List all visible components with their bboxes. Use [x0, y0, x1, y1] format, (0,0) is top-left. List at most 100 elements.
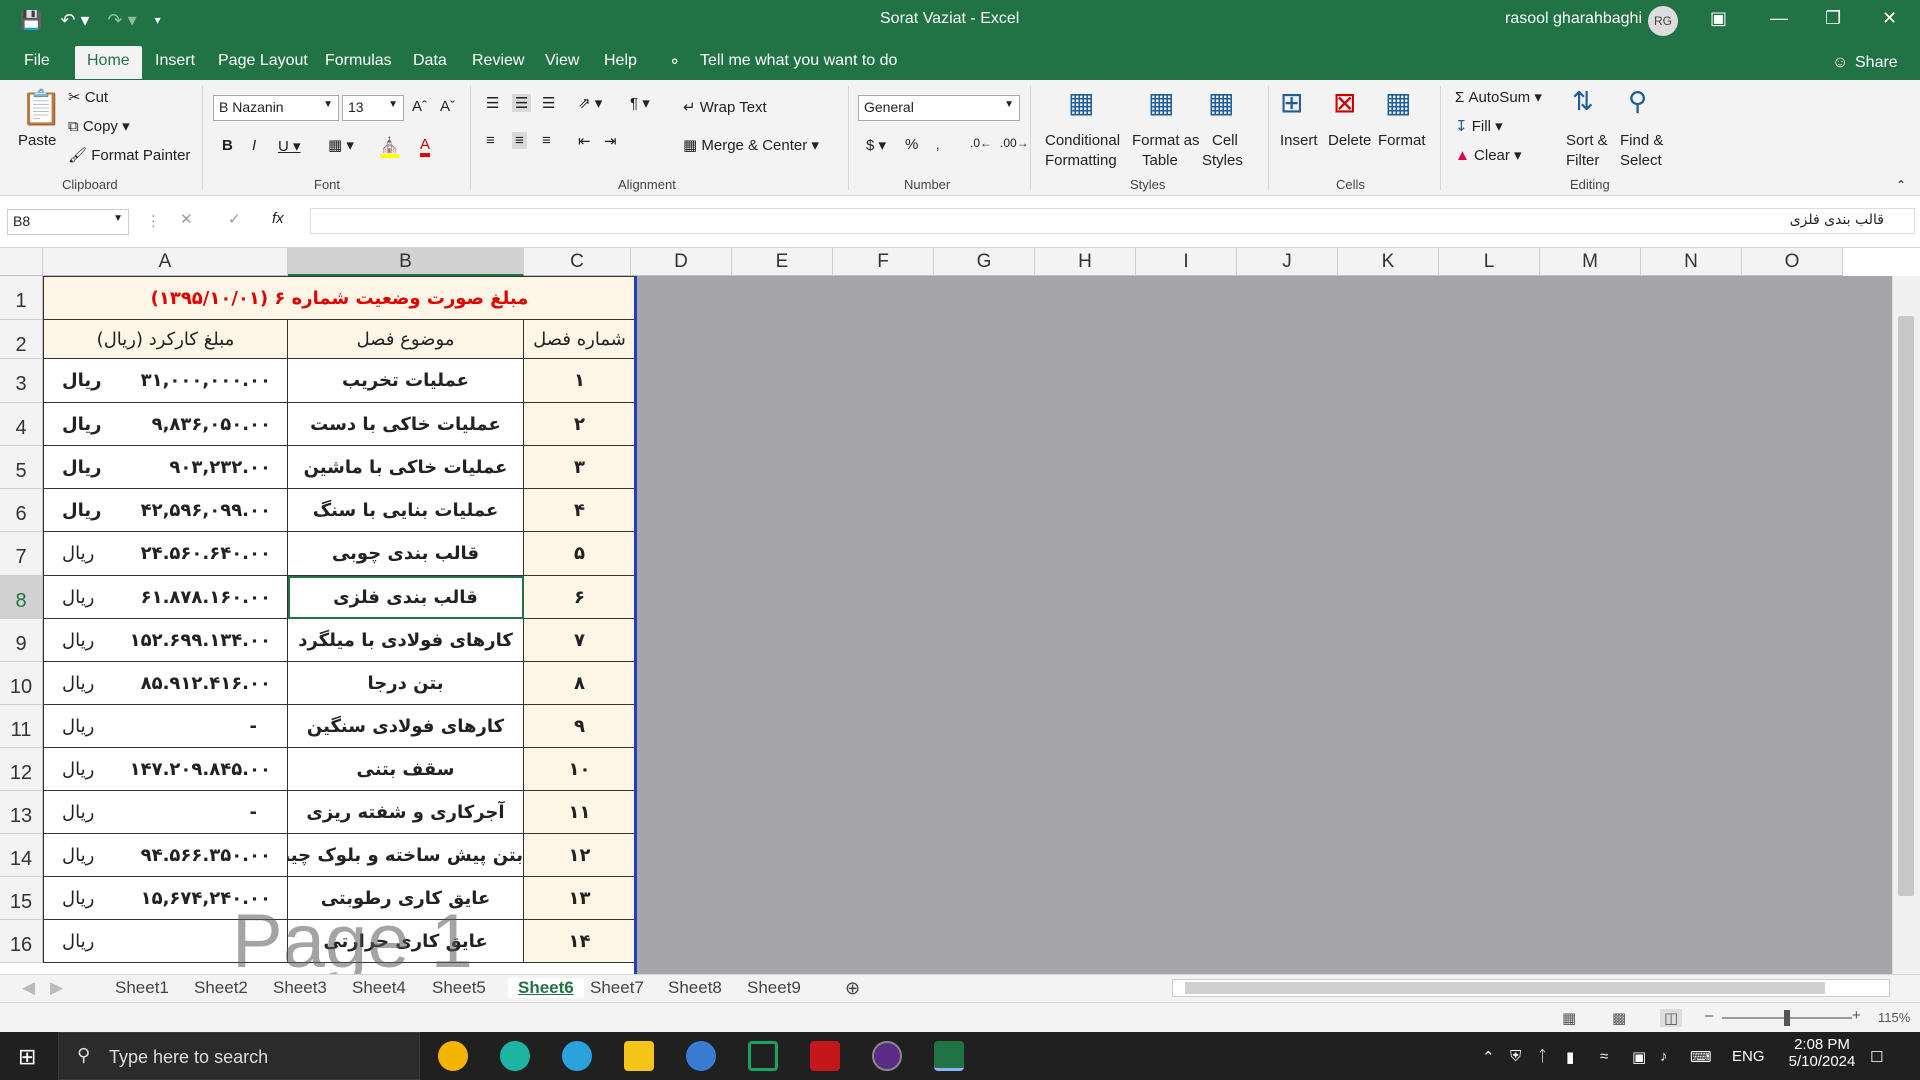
fill-color-icon[interactable]: ⛪ — [380, 136, 399, 158]
sheet-tab-sheet6[interactable]: Sheet6 — [508, 978, 584, 998]
column-header-e[interactable]: E — [732, 248, 833, 276]
find-select-button[interactable]: Find & — [1620, 132, 1663, 149]
format-as-table-button[interactable]: Format as — [1132, 132, 1200, 149]
scroll-left-icon[interactable]: ◀ — [22, 978, 35, 998]
number-format-select[interactable]: General ▼ — [858, 95, 1020, 121]
sort-filter-icon[interactable]: ⇅ — [1572, 86, 1594, 117]
column-header-n[interactable]: N — [1641, 248, 1742, 276]
amount-cell[interactable]: ریال ۲۴.۵۶۰.۶۴۰.۰۰ — [43, 532, 288, 576]
format-as-table-label2[interactable]: Table — [1142, 152, 1178, 169]
underline-button[interactable]: U ▾ — [278, 137, 301, 155]
column-header-o[interactable]: O — [1742, 248, 1843, 276]
subject-cell[interactable]: عملیات تخریب — [288, 359, 524, 403]
row-header-10[interactable]: 10 — [0, 662, 43, 705]
zoom-slider[interactable] — [1722, 1010, 1852, 1026]
cell-styles-label2[interactable]: Styles — [1202, 152, 1243, 169]
enter-icon[interactable]: ✓ — [228, 210, 241, 228]
taskbar-search[interactable]: ⚲ Type here to search — [58, 1032, 420, 1080]
row-header-7[interactable]: 7 — [0, 532, 43, 576]
decrease-font-icon[interactable]: Aˇ — [440, 98, 455, 115]
column-header-h[interactable]: H — [1035, 248, 1136, 276]
chapter-number-cell[interactable]: ۹ — [524, 705, 636, 748]
display-icon[interactable]: ▣ — [1632, 1048, 1646, 1066]
chapter-number-cell[interactable]: ۲ — [524, 403, 636, 446]
subject-cell[interactable]: عملیات بنایی با سنگ — [288, 489, 524, 532]
share-button[interactable]: Share — [1855, 54, 1898, 72]
tab-insert[interactable]: Insert — [155, 52, 195, 70]
amount-cell[interactable]: ریال ۴۲,۵۹۶,۰۹۹.۰۰ — [43, 489, 288, 532]
tab-data[interactable]: Data — [413, 52, 447, 70]
subject-cell[interactable]: قالب بندی چوبی — [288, 532, 524, 576]
amount-cell[interactable]: ریال ۹,۸۳۶,۰۵۰.۰۰ — [43, 403, 288, 446]
insert-cells-icon[interactable]: ⊞ — [1280, 86, 1303, 119]
vertical-scrollbar[interactable] — [1892, 276, 1920, 974]
autocad-icon[interactable] — [810, 1041, 840, 1071]
column-header-g[interactable]: G — [934, 248, 1035, 276]
row-header-8[interactable]: 8 — [0, 576, 43, 619]
format-as-table-icon[interactable]: ▦ — [1148, 86, 1174, 119]
row-header-15[interactable]: 15 — [0, 877, 43, 920]
chapter-number-cell[interactable]: ۳ — [524, 446, 636, 489]
header-amount[interactable]: مبلغ کارکرد (ریال) — [43, 320, 288, 359]
subject-cell[interactable]: سقف بتنی — [288, 748, 524, 791]
sheet-tab-sheet8[interactable]: Sheet8 — [668, 978, 722, 998]
chapter-number-cell[interactable]: ۷ — [524, 619, 636, 662]
keyboard-icon[interactable]: ⌨ — [1690, 1048, 1712, 1066]
normal-view-icon[interactable]: ▦ — [1562, 1009, 1576, 1027]
format-cells-icon[interactable]: ▦ — [1385, 86, 1411, 119]
zoom-out-icon[interactable]: – — [1705, 1007, 1713, 1024]
tab-page-layout[interactable]: Page Layout — [218, 52, 308, 70]
ribbon-display-icon[interactable]: ▣ — [1710, 8, 1727, 29]
chapter-number-cell[interactable]: ۴ — [524, 489, 636, 532]
zoom-level[interactable]: 115% — [1878, 1010, 1910, 1025]
sheet-tab-sheet2[interactable]: Sheet2 — [194, 978, 248, 998]
bold-button[interactable]: B — [222, 137, 233, 154]
copy-button[interactable]: ⧉ Copy ▾ — [68, 117, 130, 135]
chapter-number-cell[interactable]: ۱۴ — [524, 920, 636, 963]
column-header-l[interactable]: L — [1439, 248, 1540, 276]
file-explorer-icon[interactable] — [624, 1041, 654, 1071]
page-break-view-icon[interactable]: ◫ — [1660, 1009, 1683, 1027]
amount-cell[interactable]: ریال - — [43, 791, 288, 834]
media-player-icon[interactable] — [872, 1041, 902, 1071]
cell-styles-button[interactable]: Cell — [1212, 132, 1238, 149]
subject-cell[interactable]: کارهای فولادی سنگین — [288, 705, 524, 748]
amount-cell[interactable]: ریال ۹۴.۵۶۶.۳۵۰.۰۰ — [43, 834, 288, 877]
chapter-number-cell[interactable]: ۱۰ — [524, 748, 636, 791]
sheet-tab-sheet7[interactable]: Sheet7 — [590, 978, 644, 998]
close-icon[interactable]: ✕ — [1882, 8, 1897, 29]
sheet-tab-sheet3[interactable]: Sheet3 — [273, 978, 327, 998]
chapter-number-cell[interactable]: ۵ — [524, 532, 636, 576]
subject-cell[interactable]: بتن پیش ساخته و بلوک چینی — [288, 834, 524, 877]
redo-icon[interactable]: ↷ ▾ — [108, 8, 137, 32]
format-cells-button[interactable]: Format — [1378, 132, 1426, 149]
header-subject[interactable]: موضوع فصل — [288, 320, 524, 359]
chapter-number-cell[interactable]: ۱۱ — [524, 791, 636, 834]
increase-indent-icon[interactable]: ⇥ — [604, 132, 617, 150]
subject-cell[interactable]: قالب بندی فلزی — [288, 576, 524, 619]
tab-view[interactable]: View — [545, 52, 579, 70]
font-name-select[interactable]: B Nazanin ▼ — [213, 95, 339, 121]
language-indicator[interactable]: ENG — [1732, 1048, 1765, 1065]
excel-icon[interactable] — [934, 1041, 964, 1071]
column-header-c[interactable]: C — [524, 248, 631, 276]
insert-cells-button[interactable]: Insert — [1280, 132, 1318, 149]
sheet-tab-sheet9[interactable]: Sheet9 — [747, 978, 801, 998]
column-header-d[interactable]: D — [631, 248, 732, 276]
tab-help[interactable]: Help — [604, 52, 637, 70]
subject-cell[interactable]: عملیات خاکی با دست — [288, 403, 524, 446]
formula-input[interactable]: قالب بندی فلزی — [310, 208, 1915, 234]
zoom-in-icon[interactable]: + — [1852, 1007, 1861, 1024]
sheet-title-cell[interactable]: مبلغ صورت وضعیت شماره ۶ (۱۳۹۵/۱۰/۰۱) — [43, 276, 636, 320]
column-header-j[interactable]: J — [1237, 248, 1338, 276]
row-header-6[interactable]: 6 — [0, 489, 43, 532]
restore-icon[interactable]: ❐ — [1825, 8, 1841, 29]
rtl-direction-icon[interactable]: ¶ ▾ — [630, 94, 650, 112]
new-sheet-icon[interactable]: ⊕ — [845, 978, 860, 999]
format-painter-button[interactable]: 🖌 Format Painter — [68, 146, 190, 164]
align-left-icon[interactable]: ≡ — [486, 132, 495, 149]
row-header-3[interactable]: 3 — [0, 359, 43, 403]
sort-filter-label2[interactable]: Filter — [1566, 152, 1599, 169]
app-icon[interactable] — [686, 1041, 716, 1071]
subject-cell[interactable]: کارهای فولادی با میلگرد — [288, 619, 524, 662]
